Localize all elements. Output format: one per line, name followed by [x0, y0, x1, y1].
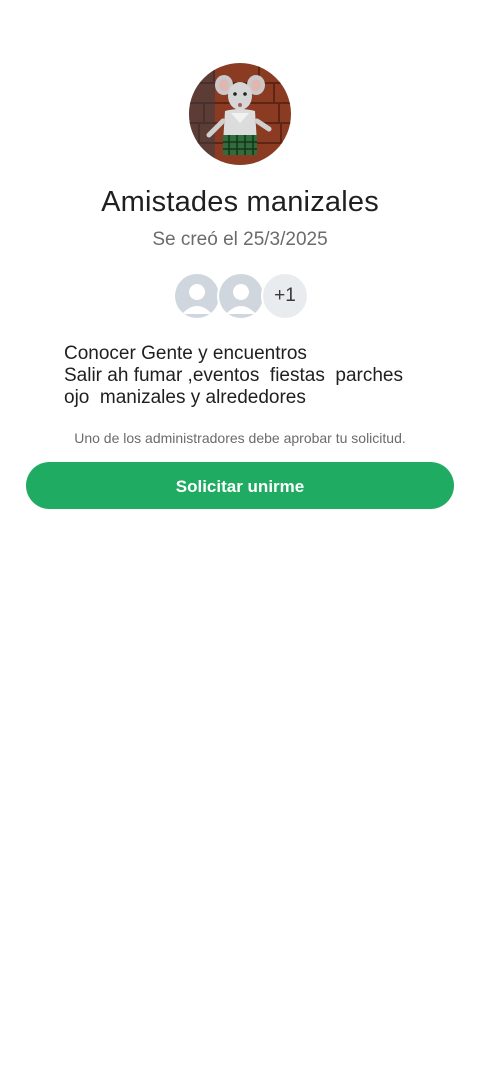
member-avatar [173, 272, 221, 320]
approval-note: Uno de los administradores debe aprobar … [74, 430, 406, 446]
group-avatar[interactable] [189, 63, 291, 165]
group-photo [189, 63, 291, 165]
person-placeholder-icon [182, 284, 212, 314]
request-join-button[interactable]: Solicitar unirme [26, 462, 454, 509]
member-extra-count-label: +1 [263, 274, 307, 318]
members-preview[interactable]: +1 [173, 272, 313, 320]
person-placeholder-icon [226, 284, 256, 314]
group-created-date: Se creó el 25/3/2025 [152, 229, 328, 250]
member-avatar [217, 272, 265, 320]
group-description: Conocer Gente y encuentros Salir ah fuma… [64, 343, 403, 408]
member-extra-count: +1 [261, 272, 309, 320]
group-name: Amistades manizales [101, 186, 379, 218]
